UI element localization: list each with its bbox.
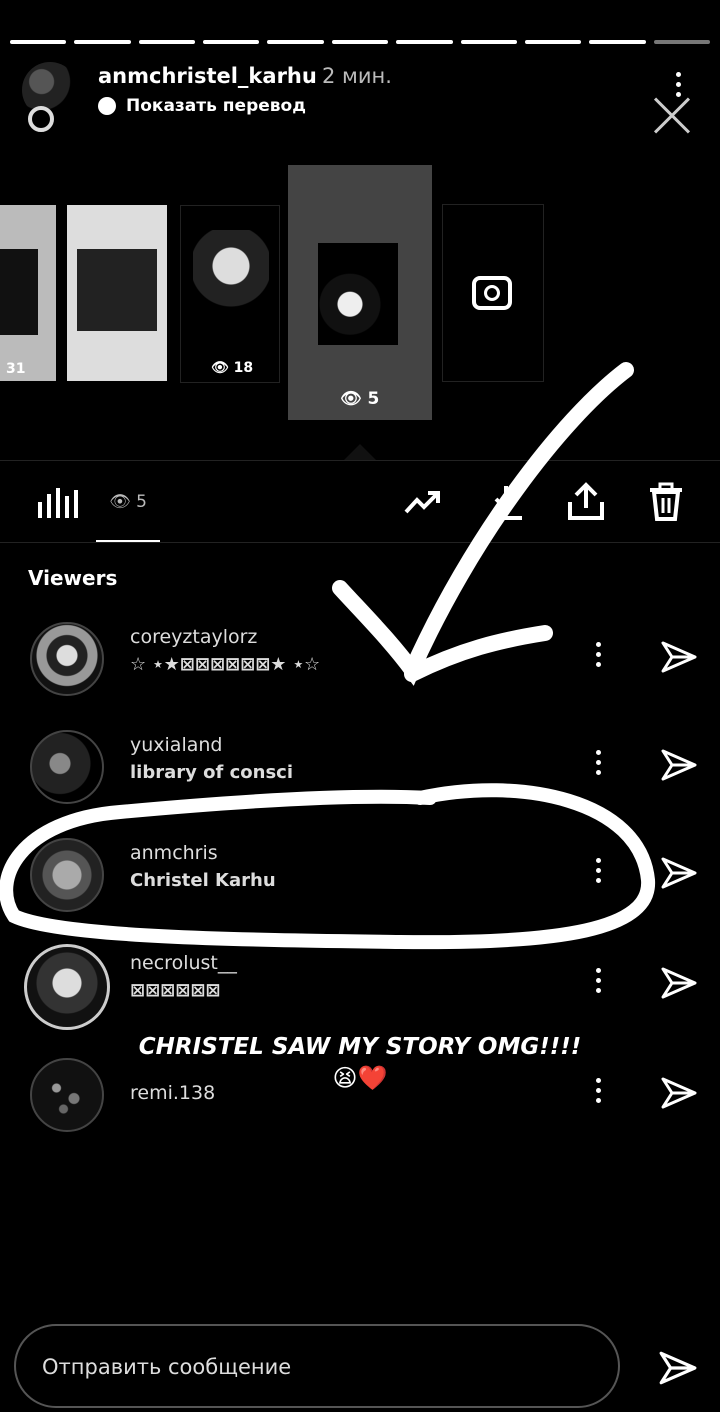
viewer-row[interactable]: necrolust__ ⊠⊠⊠⊠⊠⊠ bbox=[0, 930, 720, 1030]
thumbnail-view-count: 👁 5 bbox=[340, 389, 380, 409]
message-input-box[interactable] bbox=[14, 1324, 620, 1408]
translate-label: Показать перевод bbox=[126, 96, 306, 116]
camera-icon[interactable] bbox=[472, 276, 512, 310]
insights-tabs: 👁 5 bbox=[0, 470, 720, 542]
viewer-username[interactable]: anmchris bbox=[130, 842, 218, 864]
send-icon[interactable] bbox=[658, 1348, 698, 1388]
viewer-avatar[interactable] bbox=[30, 730, 104, 804]
story-thumbnail[interactable]: 31 bbox=[0, 205, 56, 381]
story-thumbnail[interactable] bbox=[67, 205, 167, 381]
more-options-icon[interactable] bbox=[592, 858, 604, 888]
story-caption: CHRISTEL SAW MY STORY OMG!!!! bbox=[138, 1034, 582, 1060]
thumbnail-view-count: 31 bbox=[6, 361, 26, 377]
viewer-username[interactable]: coreyztaylorz bbox=[130, 626, 257, 648]
story-thumbnail-selected[interactable]: 👁 5 bbox=[288, 165, 432, 420]
story-header: anmchristel_karhu 2 мин. Показать перево… bbox=[0, 58, 720, 138]
trending-icon[interactable] bbox=[402, 482, 442, 522]
viewer-row[interactable]: coreyztaylorz ☆ ⋆★⊠⊠⊠⊠⊠⊠★ ⋆☆ bbox=[0, 604, 720, 704]
eye-icon: 👁 bbox=[340, 389, 362, 409]
viewer-username[interactable]: necrolust__ bbox=[130, 952, 237, 974]
viewer-row[interactable]: anmchris Christel Karhu bbox=[0, 820, 720, 920]
caption-emoji: 😫❤️ bbox=[332, 1064, 388, 1092]
send-icon[interactable] bbox=[660, 746, 698, 784]
viewer-subtitle: Christel Karhu bbox=[130, 870, 276, 891]
send-icon[interactable] bbox=[660, 854, 698, 892]
divider bbox=[0, 460, 720, 461]
viewer-subtitle: library of consci bbox=[130, 762, 293, 783]
translate-link[interactable]: Показать перевод bbox=[98, 96, 306, 116]
more-options-icon[interactable] bbox=[592, 642, 604, 672]
send-icon[interactable] bbox=[660, 964, 698, 1002]
message-input[interactable] bbox=[40, 1346, 584, 1388]
translate-icon bbox=[98, 97, 116, 115]
divider bbox=[0, 542, 720, 543]
viewer-subtitle: ⊠⊠⊠⊠⊠⊠ bbox=[130, 980, 221, 1001]
selected-pointer bbox=[344, 444, 376, 460]
eye-icon: 👁 bbox=[211, 360, 229, 376]
viewers-heading: Viewers bbox=[28, 566, 118, 590]
more-options-icon[interactable] bbox=[592, 968, 604, 998]
viewer-avatar[interactable] bbox=[30, 622, 104, 696]
viewer-subtitle: ☆ ⋆★⊠⊠⊠⊠⊠⊠★ ⋆☆ bbox=[130, 654, 321, 675]
story-time: 2 мин. bbox=[322, 64, 392, 88]
send-icon[interactable] bbox=[660, 638, 698, 676]
views-count: 5 bbox=[136, 492, 147, 512]
bar-chart-icon[interactable] bbox=[38, 488, 78, 518]
story-progress-bar bbox=[10, 40, 710, 44]
profile-avatar[interactable] bbox=[22, 62, 78, 132]
share-icon[interactable] bbox=[566, 482, 606, 522]
story-username[interactable]: anmchristel_karhu bbox=[98, 64, 317, 88]
viewer-username[interactable]: yuxialand bbox=[130, 734, 222, 756]
gear-icon bbox=[28, 106, 54, 132]
viewer-avatar[interactable] bbox=[24, 944, 110, 1030]
thumbnail-view-count: 👁 18 bbox=[211, 360, 254, 376]
eye-icon: 👁 bbox=[109, 492, 131, 512]
viewer-avatar[interactable] bbox=[30, 838, 104, 912]
download-icon[interactable] bbox=[486, 482, 526, 522]
tab-views[interactable]: 👁 5 bbox=[96, 482, 160, 542]
trash-icon[interactable] bbox=[646, 482, 686, 522]
more-options-icon[interactable] bbox=[592, 750, 604, 780]
viewer-row[interactable]: yuxialand library of consci bbox=[0, 712, 720, 812]
story-thumbnail[interactable]: 👁 18 bbox=[180, 205, 280, 383]
close-icon[interactable] bbox=[652, 96, 692, 136]
